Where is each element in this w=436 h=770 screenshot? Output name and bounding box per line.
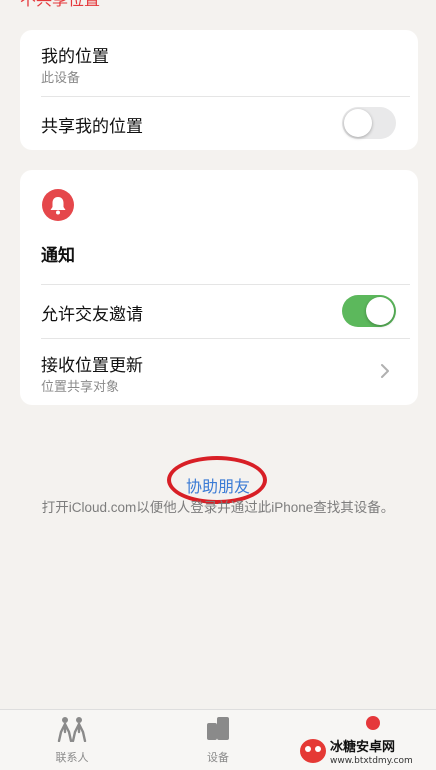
help-description: 打开iCloud.com以便他人登录并通过此iPhone查找其设备。 (41, 500, 395, 515)
watermark-logo: 冰糖安卓网 www.btxtdmy.com (300, 739, 413, 766)
tab-people-label: 联系人 (55, 752, 89, 764)
my-location-subtitle: 此设备 (41, 70, 81, 85)
notification-card: 通知 允许交友邀请 接收位置更新 位置共享对象 (20, 170, 418, 405)
receive-updates-row[interactable]: 接收位置更新 位置共享对象 (20, 339, 418, 405)
allow-invites-label: 允许交友邀请 (41, 305, 143, 324)
share-location-row: 共享我的位置 (20, 97, 418, 150)
tab-people[interactable]: 联系人 (32, 716, 112, 765)
watermark-url: www.btxtdmy.com (330, 756, 413, 766)
toggle-knob (366, 297, 394, 325)
allow-invites-row: 允许交友邀请 (20, 285, 418, 338)
my-location-title: 我的位置 (41, 47, 109, 66)
watermark-title: 冰糖安卓网 (330, 739, 395, 755)
allow-invites-toggle[interactable] (342, 295, 396, 327)
chevron-right-icon (380, 363, 390, 384)
notification-badge (366, 716, 380, 730)
share-location-toggle[interactable] (342, 107, 396, 139)
location-card: 我的位置 此设备 共享我的位置 (20, 30, 418, 150)
previous-section-label: 不共享位置 (20, 0, 101, 9)
my-location-row: 我的位置 此设备 (20, 30, 418, 96)
people-icon (55, 717, 89, 746)
receive-updates-subtitle: 位置共享对象 (41, 379, 120, 394)
bell-icon (42, 189, 74, 221)
toggle-knob (344, 109, 372, 137)
devices-icon (204, 717, 232, 746)
share-location-label: 共享我的位置 (41, 117, 143, 136)
receive-updates-title: 接收位置更新 (41, 356, 143, 375)
tab-devices[interactable]: 设备 (178, 716, 258, 765)
notification-heading: 通知 (41, 246, 75, 265)
annotation-ellipse (167, 456, 267, 504)
avatar (352, 716, 380, 736)
tab-bar: 联系人 设备 冰糖安卓网 www.btxtdmy.com (0, 709, 436, 770)
tab-devices-label: 设备 (207, 752, 229, 764)
